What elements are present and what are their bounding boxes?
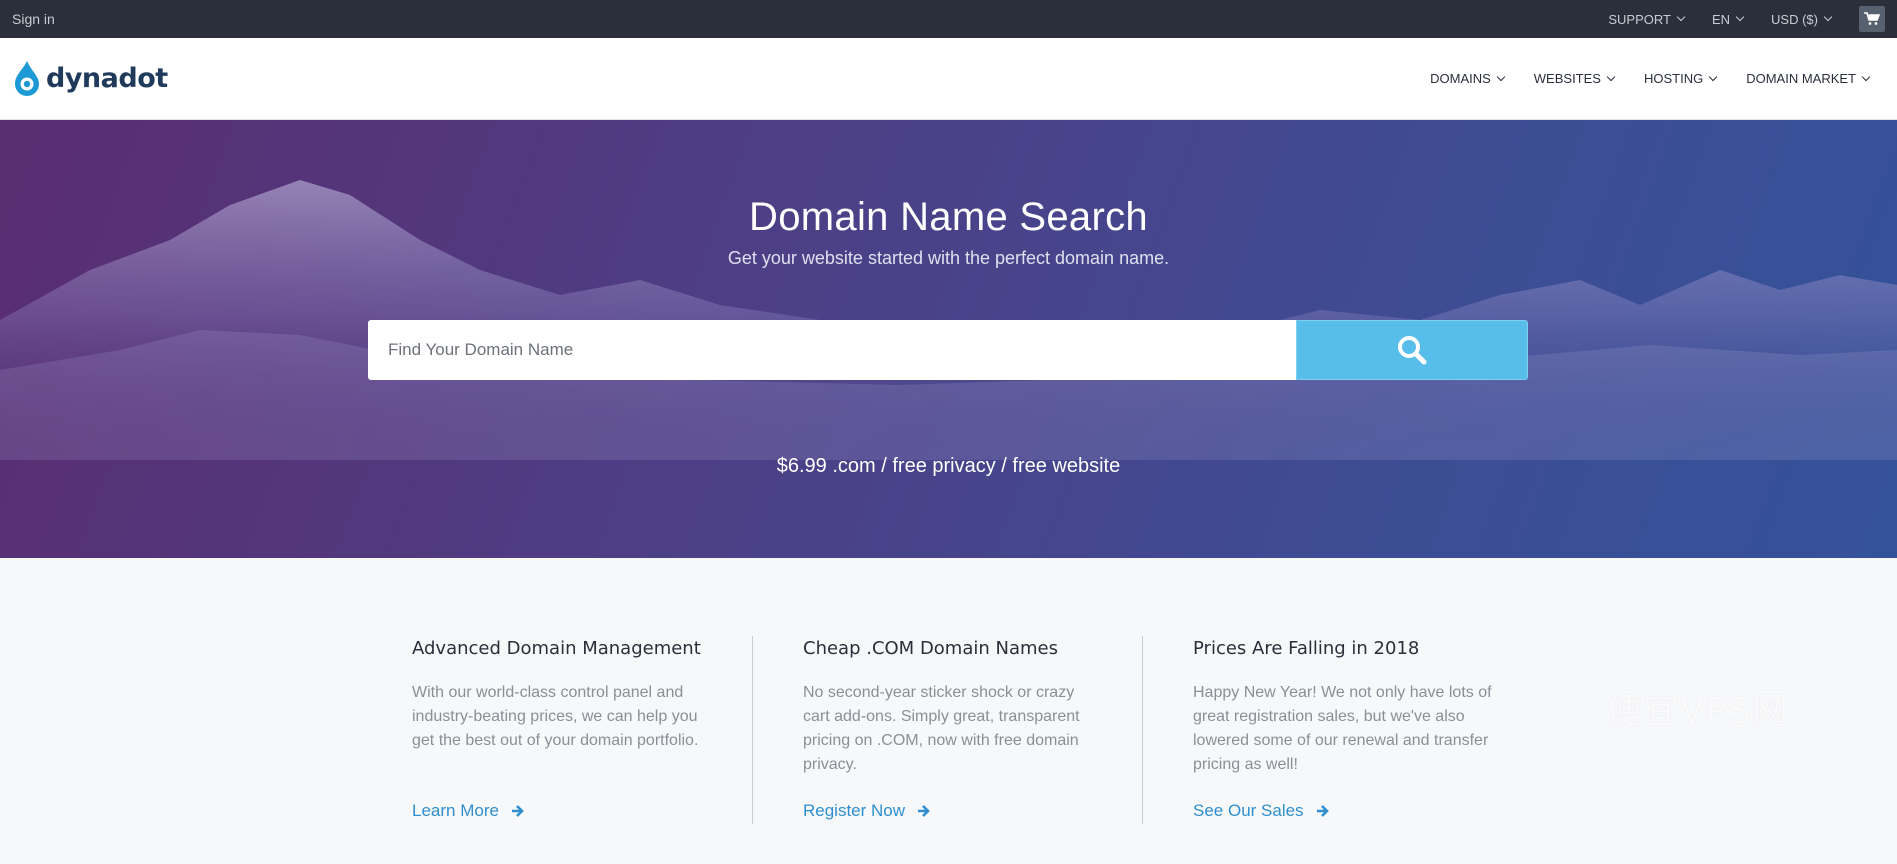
feature-title: Advanced Domain Management xyxy=(412,638,701,659)
sign-in-link[interactable]: Sign in xyxy=(12,11,55,27)
feature-title: Cheap .COM Domain Names xyxy=(803,638,1058,659)
learn-more-link[interactable]: Learn More xyxy=(412,801,525,821)
chevron-down-icon xyxy=(1496,72,1506,81)
feature-columns: Advanced Domain Management With our worl… xyxy=(412,636,1532,824)
domain-search-input[interactable] xyxy=(368,320,1296,380)
chevron-down-icon xyxy=(1823,12,1833,22)
chevron-down-icon xyxy=(1606,72,1616,81)
feature-text: No second-year sticker shock or crazy ca… xyxy=(803,684,1080,773)
feature-column: Prices Are Falling in 2018 Happy New Yea… xyxy=(1142,636,1532,824)
nav-item-label: DOMAINS xyxy=(1430,71,1491,86)
language-label: EN xyxy=(1711,11,1731,27)
nav-item-label: HOSTING xyxy=(1643,71,1704,86)
chevron-down-icon xyxy=(1676,12,1686,22)
feature-text: With our world-class control panel and i… xyxy=(412,684,699,749)
top-bar: Sign in SUPPORT EN USD ($) xyxy=(0,0,1897,38)
link-label: See Our Sales xyxy=(1193,801,1304,820)
search-button[interactable] xyxy=(1296,320,1528,380)
cart-button[interactable] xyxy=(1859,6,1885,32)
see-our-sales-link[interactable]: See Our Sales xyxy=(1193,801,1330,821)
watermark-text: 便宜VPS网 xyxy=(1605,691,1789,732)
language-menu[interactable]: EN xyxy=(1711,11,1745,27)
register-now-link[interactable]: Register Now xyxy=(803,801,931,821)
nav-item-domains[interactable]: DOMAINS xyxy=(1430,71,1506,86)
top-bar-right: SUPPORT EN USD ($) xyxy=(1608,0,1885,38)
support-label: SUPPORT xyxy=(1608,11,1671,27)
feature-column: Cheap .COM Domain Names No second-year s… xyxy=(752,636,1142,824)
feature-text: Happy New Year! We not only have lots of… xyxy=(1193,684,1492,773)
support-menu[interactable]: SUPPORT xyxy=(1608,11,1686,27)
link-label: Register Now xyxy=(803,801,906,820)
dynadot-logo-icon xyxy=(15,60,39,96)
nav-item-label: WEBSITES xyxy=(1533,71,1601,86)
hero-title: Domain Name Search xyxy=(749,195,1148,239)
chevron-down-icon xyxy=(1735,12,1745,22)
feature-title: Prices Are Falling in 2018 xyxy=(1193,638,1420,659)
hero-content: Domain Name Search Get your website star… xyxy=(0,120,1897,558)
feature-column: Advanced Domain Management With our worl… xyxy=(412,636,752,824)
domain-search-form xyxy=(368,320,1528,380)
link-label: Learn More xyxy=(412,801,499,820)
chevron-down-icon xyxy=(1861,72,1871,81)
nav-item-label: DOMAIN MARKET xyxy=(1746,71,1856,86)
logo-text: dynadot xyxy=(46,63,168,94)
cart-icon xyxy=(1864,12,1880,25)
search-icon xyxy=(1398,336,1427,365)
currency-menu[interactable]: USD ($) xyxy=(1771,11,1833,27)
nav-item-hosting[interactable]: HOSTING xyxy=(1643,71,1718,86)
arrow-right-icon xyxy=(1316,805,1329,817)
nav-menu: DOMAINS WEBSITES HOSTING DOMAIN MARKET xyxy=(1400,71,1885,86)
hero-subtitle: Get your website started with the perfec… xyxy=(727,248,1170,268)
chevron-down-icon xyxy=(1708,72,1718,81)
main-nav: dynadot DOMAINS WEBSITES HOSTING DOMAIN … xyxy=(0,38,1897,120)
nav-item-websites[interactable]: WEBSITES xyxy=(1533,71,1616,86)
hero-section: Domain Name Search Get your website star… xyxy=(0,120,1897,558)
arrow-right-icon xyxy=(511,805,524,817)
promo-text: $6.99 .com / free privacy / free website xyxy=(776,455,1121,477)
logo[interactable]: dynadot xyxy=(12,59,168,99)
currency-label: USD ($) xyxy=(1771,11,1818,27)
nav-item-domain-market[interactable]: DOMAIN MARKET xyxy=(1746,71,1871,86)
arrow-right-icon xyxy=(918,805,930,817)
